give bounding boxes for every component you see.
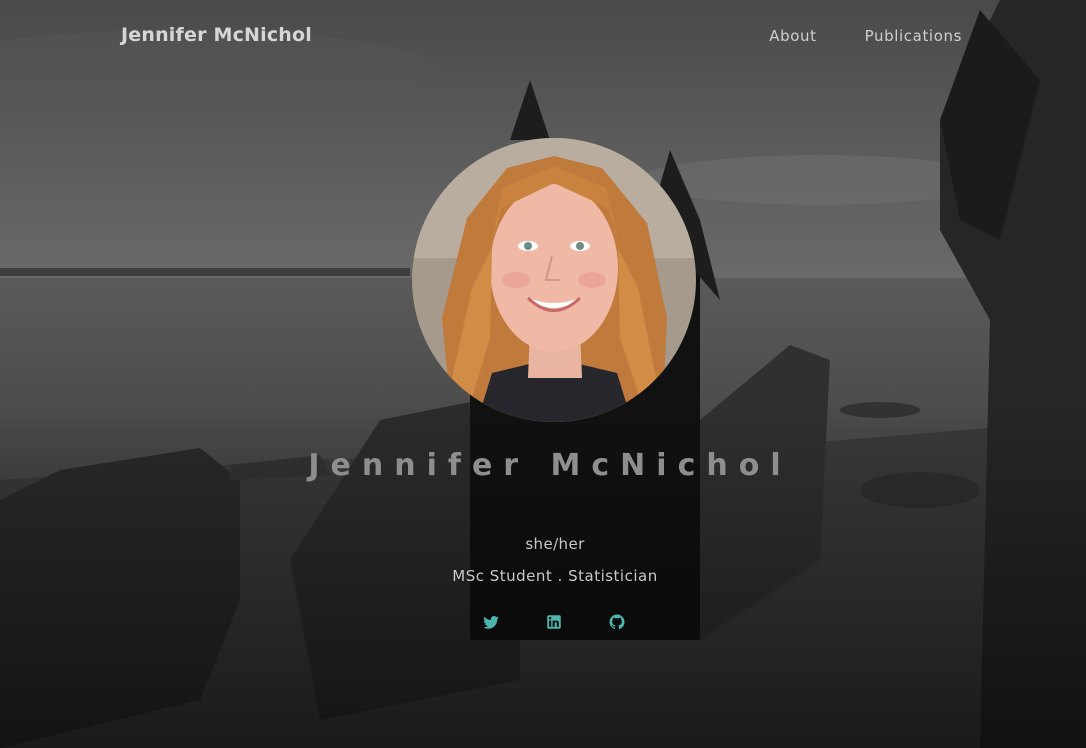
social-links [482, 613, 626, 631]
navbar: Jennifer McNichol About Publications [0, 0, 1086, 72]
role-subtitle: MSc Student . Statistician [452, 567, 658, 585]
twitter-link[interactable] [482, 613, 500, 631]
nav-links: About Publications [769, 27, 962, 45]
pronouns: she/her [525, 535, 585, 553]
github-link[interactable] [608, 613, 626, 631]
github-icon [609, 614, 625, 630]
nav-link-publications[interactable]: Publications [865, 27, 962, 45]
twitter-icon [483, 616, 499, 629]
brand-link[interactable]: Jennifer McNichol [121, 24, 312, 46]
profile-photo [412, 138, 696, 422]
linkedin-link[interactable] [545, 613, 563, 631]
hero-name: Jennifer McNichol [308, 448, 792, 483]
nav-link-about[interactable]: About [769, 27, 816, 45]
linkedin-icon [547, 615, 561, 629]
